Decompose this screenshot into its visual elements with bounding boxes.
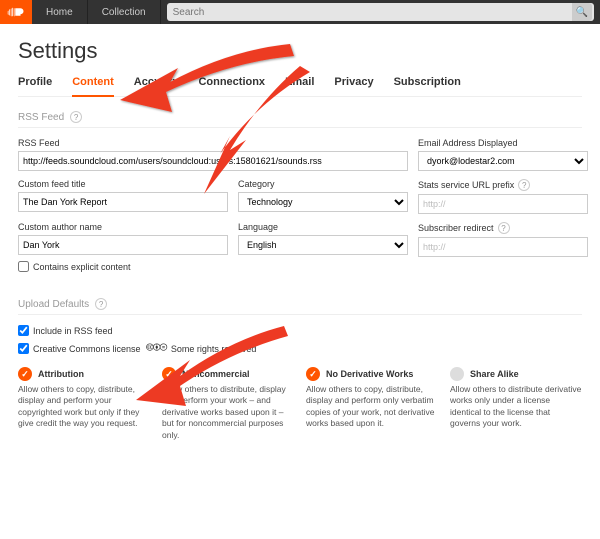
check-icon: ✓ [306, 367, 320, 381]
uploads-section-header: Upload Defaults ? [18, 298, 582, 315]
license-grid: ✓Attribution Allow others to copy, distr… [18, 367, 582, 441]
license-desc: Allow others to distribute, display and … [162, 384, 294, 441]
cc-license-checkbox[interactable] [18, 343, 29, 354]
include-rss-label: Include in RSS feed [33, 326, 113, 336]
subscriber-redirect-label: Subscriber redirect ? [418, 222, 588, 234]
cc-license-label: Creative Commons license [33, 344, 141, 354]
some-rights-label: Some rights reserved [171, 344, 257, 354]
help-icon[interactable]: ? [498, 222, 510, 234]
rss-section-header: RSS Feed ? [18, 111, 582, 128]
settings-tabs: Profile Content Accxxxx Connectionx Emai… [18, 76, 582, 97]
custom-title-label: Custom feed title [18, 179, 228, 189]
tab-subscription[interactable]: Subscription [394, 76, 461, 92]
license-noderiv[interactable]: ✓No Derivative Works Allow others to cop… [306, 367, 438, 441]
help-icon[interactable]: ? [95, 298, 107, 310]
help-icon[interactable]: ? [70, 111, 82, 123]
search-icon[interactable]: 🔍 [572, 3, 592, 21]
license-desc: Allow others to copy, distribute, displa… [306, 384, 438, 430]
page-title: Settings [18, 38, 582, 64]
category-select[interactable]: Technology [238, 192, 408, 212]
email-displayed-label: Email Address Displayed [418, 138, 588, 148]
include-rss-checkbox[interactable] [18, 325, 29, 336]
stats-prefix-label: Stats service URL prefix ? [418, 179, 588, 191]
explicit-checkbox[interactable] [18, 261, 29, 272]
check-icon [450, 367, 464, 381]
rss-feed-input[interactable] [18, 151, 408, 171]
category-label: Category [238, 179, 408, 189]
rss-section-title: RSS Feed [18, 112, 64, 123]
explicit-label: Contains explicit content [33, 262, 131, 272]
email-displayed-select[interactable]: dyork@lodestar2.com [418, 151, 588, 171]
stats-prefix-input[interactable] [418, 194, 588, 214]
license-desc: Allow others to copy, distribute, displa… [18, 384, 150, 430]
search-wrap: 🔍 [161, 0, 600, 24]
tab-email[interactable]: Email [285, 76, 314, 92]
nav-collection[interactable]: Collection [88, 0, 161, 24]
license-desc: Allow others to distribute derivative wo… [450, 384, 582, 430]
tab-content[interactable]: Content [72, 76, 114, 97]
help-icon[interactable]: ? [518, 179, 530, 191]
license-attribution[interactable]: ✓Attribution Allow others to copy, distr… [18, 367, 150, 441]
nav-home[interactable]: Home [32, 0, 88, 24]
search-input[interactable] [167, 3, 594, 21]
subscriber-redirect-input[interactable] [418, 237, 588, 257]
custom-author-label: Custom author name [18, 222, 228, 232]
tab-account[interactable]: Accxxxx [134, 76, 179, 92]
license-sharealike[interactable]: Share Alike Allow others to distribute d… [450, 367, 582, 441]
soundcloud-logo[interactable] [0, 0, 32, 24]
cc-icons: 🅭🅯⊜ [147, 342, 167, 355]
license-noncommercial[interactable]: ✓Noncommercial Allow others to distribut… [162, 367, 294, 441]
custom-author-input[interactable] [18, 235, 228, 255]
tab-profile[interactable]: Profile [18, 76, 52, 92]
top-navbar: Home Collection 🔍 [0, 0, 600, 24]
language-select[interactable]: English [238, 235, 408, 255]
language-label: Language [238, 222, 408, 232]
rss-feed-label: RSS Feed [18, 138, 408, 148]
custom-title-input[interactable] [18, 192, 228, 212]
check-icon: ✓ [18, 367, 32, 381]
tab-privacy[interactable]: Privacy [334, 76, 373, 92]
check-icon: ✓ [162, 367, 176, 381]
tab-connections[interactable]: Connectionx [198, 76, 265, 92]
uploads-section-title: Upload Defaults [18, 299, 89, 310]
